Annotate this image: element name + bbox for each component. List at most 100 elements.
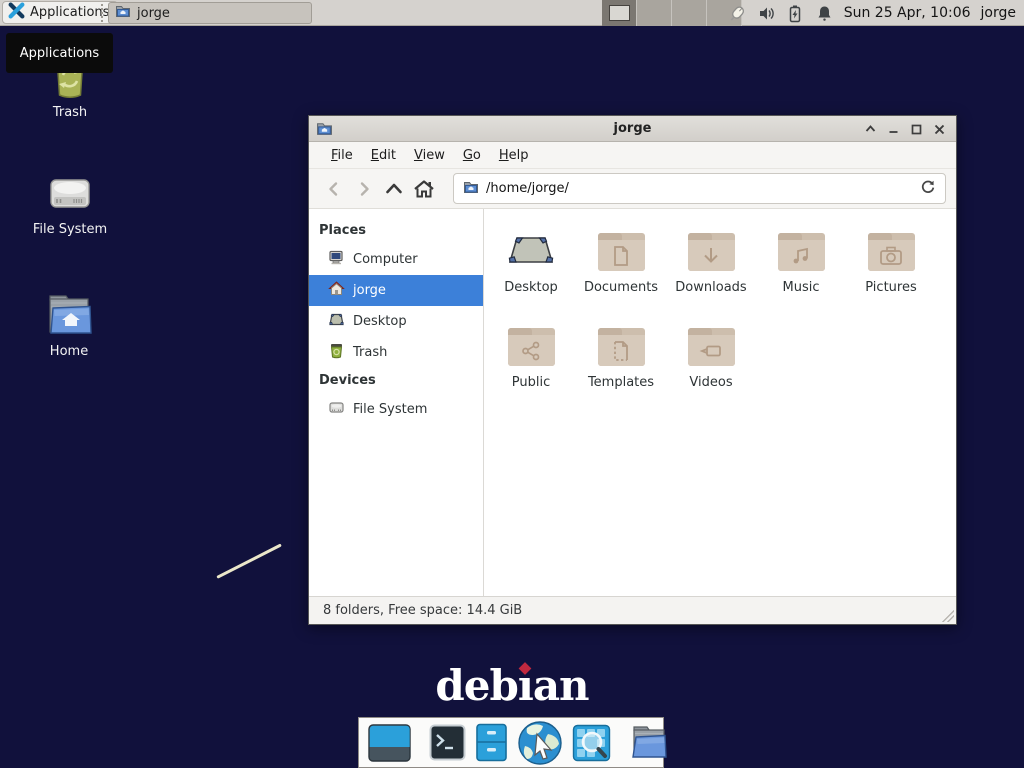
sidebar-item-label: Trash bbox=[353, 345, 387, 360]
web-browser-icon[interactable] bbox=[517, 720, 564, 766]
taskbar-window-button[interactable]: jorge bbox=[108, 2, 312, 24]
share-glyph bbox=[520, 340, 542, 362]
forward-button[interactable] bbox=[349, 175, 379, 203]
folder-item-label: Documents bbox=[576, 280, 666, 295]
shade-button[interactable] bbox=[859, 118, 882, 140]
file-manager-window: jorge File Edit View Go Help bbox=[308, 115, 957, 625]
sidebar-item-trash[interactable]: Trash bbox=[309, 337, 483, 368]
sidebar-item-file-system[interactable]: File System bbox=[309, 394, 483, 425]
template-glyph bbox=[611, 340, 631, 362]
debian-wordmark: debıan bbox=[0, 661, 1024, 710]
applications-menu-label: Applications bbox=[30, 5, 109, 20]
harddrive-icon bbox=[328, 399, 345, 420]
minimize-button[interactable] bbox=[882, 118, 905, 140]
folder-item-label: Downloads bbox=[666, 280, 756, 295]
folder-item-videos[interactable]: Videos bbox=[666, 324, 756, 390]
folder-item-label: Templates bbox=[576, 375, 666, 390]
folder-item-documents[interactable]: Documents bbox=[576, 229, 666, 295]
top-panel: Applications jorge bbox=[0, 0, 1024, 26]
panel-handle[interactable] bbox=[101, 4, 104, 22]
desktop-icon-label: File System bbox=[27, 222, 113, 237]
file-view[interactable]: Desktop Documents Down bbox=[484, 209, 956, 596]
panel-username[interactable]: jorge bbox=[981, 5, 1016, 21]
desktop-icon-label: Trash bbox=[27, 105, 113, 120]
desktop-line-artifact bbox=[216, 543, 282, 578]
workspace-1[interactable] bbox=[602, 0, 637, 26]
applications-menu-icon bbox=[8, 2, 25, 23]
folder-item-desktop[interactable]: Desktop bbox=[486, 229, 576, 295]
camera-glyph bbox=[879, 245, 903, 267]
folder-item-label: Desktop bbox=[486, 280, 576, 295]
folder-item-public[interactable]: Public bbox=[486, 324, 576, 390]
maximize-button[interactable] bbox=[905, 118, 928, 140]
home-icon bbox=[328, 280, 345, 301]
desktop-icon-home[interactable]: Home bbox=[26, 291, 112, 359]
menu-view[interactable]: View bbox=[405, 144, 454, 167]
computer-icon bbox=[328, 249, 345, 270]
battery-icon[interactable] bbox=[786, 4, 805, 23]
file-manager-icon[interactable] bbox=[474, 723, 509, 762]
resize-grip[interactable] bbox=[942, 610, 954, 622]
video-camera-glyph bbox=[699, 340, 723, 362]
reload-icon[interactable] bbox=[920, 179, 936, 199]
directory-menu-icon[interactable] bbox=[629, 723, 669, 763]
dock-panel bbox=[358, 717, 664, 768]
home-button[interactable] bbox=[409, 175, 439, 203]
terminal-icon[interactable] bbox=[429, 724, 466, 761]
sidebar-item-label: Desktop bbox=[353, 314, 407, 329]
folder-item-templates[interactable]: Templates bbox=[576, 324, 666, 390]
volume-icon[interactable] bbox=[757, 4, 776, 23]
desktop-icon-file-system[interactable]: File System bbox=[27, 173, 113, 237]
folder-icon bbox=[868, 233, 915, 271]
desktop-trapezoid-icon bbox=[486, 229, 576, 271]
sidebar-item-label: Computer bbox=[353, 252, 418, 267]
folder-item-label: Pictures bbox=[846, 280, 936, 295]
download-arrow-glyph bbox=[700, 245, 722, 267]
sidebar: Places Computer bbox=[309, 209, 484, 596]
workspace-2[interactable] bbox=[637, 0, 672, 26]
taskbar-window-label: jorge bbox=[137, 6, 170, 21]
menu-edit[interactable]: Edit bbox=[362, 144, 405, 167]
sidebar-header-places: Places bbox=[309, 218, 483, 244]
toolbar: /home/jorge/ bbox=[309, 168, 956, 209]
window-titlebar[interactable]: jorge bbox=[309, 116, 956, 142]
workspace-window-thumbnail bbox=[609, 5, 630, 21]
workspace-3[interactable] bbox=[672, 0, 707, 26]
sidebar-header-devices: Devices bbox=[309, 368, 483, 394]
statusbar: 8 folders, Free space: 14.4 GiB bbox=[309, 596, 956, 624]
applications-tooltip: Applications bbox=[6, 33, 113, 73]
music-notes-glyph bbox=[790, 245, 812, 267]
mouse-icon[interactable] bbox=[728, 4, 747, 23]
close-button[interactable] bbox=[928, 118, 951, 140]
tooltip-text: Applications bbox=[20, 46, 99, 61]
up-button[interactable] bbox=[379, 175, 409, 203]
desktop-icon-label: Home bbox=[26, 344, 112, 359]
document-glyph bbox=[611, 245, 631, 267]
menu-file[interactable]: File bbox=[322, 144, 362, 167]
show-desktop-icon[interactable] bbox=[368, 724, 411, 762]
sidebar-item-jorge[interactable]: jorge bbox=[309, 275, 483, 306]
folder-icon bbox=[598, 233, 645, 271]
harddrive-icon bbox=[27, 173, 113, 217]
sidebar-item-desktop[interactable]: Desktop bbox=[309, 306, 483, 337]
back-button[interactable] bbox=[319, 175, 349, 203]
folder-item-label: Videos bbox=[666, 375, 756, 390]
path-bar[interactable]: /home/jorge/ bbox=[453, 173, 946, 204]
sidebar-item-computer[interactable]: Computer bbox=[309, 244, 483, 275]
menu-go[interactable]: Go bbox=[454, 144, 490, 167]
path-input[interactable]: /home/jorge/ bbox=[486, 181, 913, 196]
application-finder-icon[interactable] bbox=[572, 724, 611, 762]
sidebar-item-label: jorge bbox=[353, 283, 386, 298]
folder-item-music[interactable]: Music bbox=[756, 229, 846, 295]
folder-item-downloads[interactable]: Downloads bbox=[666, 229, 756, 295]
folder-icon bbox=[598, 328, 645, 366]
statusbar-text: 8 folders, Free space: 14.4 GiB bbox=[323, 603, 522, 618]
menu-help[interactable]: Help bbox=[490, 144, 538, 167]
clock[interactable]: Sun 25 Apr, 10:06 bbox=[844, 5, 971, 21]
notifications-bell-icon[interactable] bbox=[815, 4, 834, 23]
folder-item-pictures[interactable]: Pictures bbox=[846, 229, 936, 295]
trash-icon bbox=[328, 342, 345, 363]
desktop-icon bbox=[328, 311, 345, 332]
folder-item-label: Public bbox=[486, 375, 576, 390]
folder-item-label: Music bbox=[756, 280, 846, 295]
